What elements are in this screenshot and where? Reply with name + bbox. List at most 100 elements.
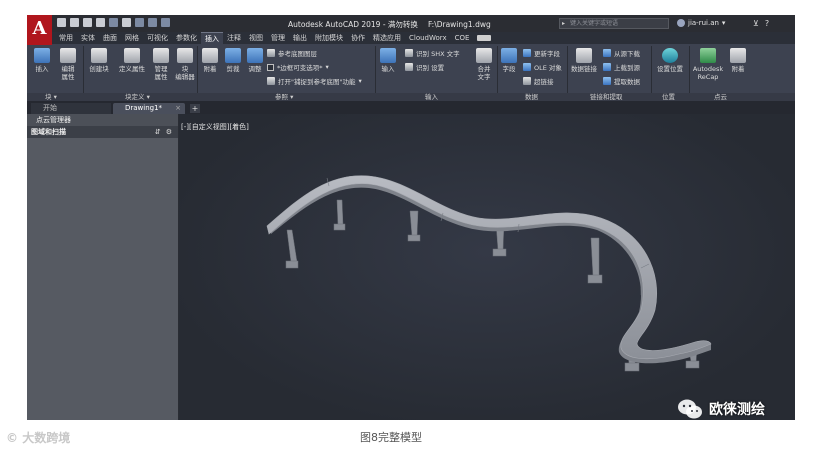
cart-icon[interactable]: ⊻ <box>753 19 759 28</box>
tab-2[interactable]: 曲面 <box>99 32 121 44</box>
clip-icon <box>225 48 241 63</box>
hyperlink-label: 超链接 <box>534 78 554 86</box>
tab-0[interactable]: 常用 <box>55 32 77 44</box>
tab-5[interactable]: 参数化 <box>172 32 201 44</box>
frame-checkbox-icon <box>267 63 274 71</box>
edit-attribute-button[interactable]: 编辑 属性 <box>57 48 79 81</box>
tab-9[interactable]: 管理 <box>267 32 289 44</box>
chevron-down-icon: ▾ <box>325 63 329 71</box>
frame-options-dropdown[interactable]: *边框可变选项* ▾ <box>267 62 329 72</box>
panel-label-reference[interactable]: 参照 ▾ <box>275 93 293 101</box>
window-controls: ⊻ ? <box>753 19 769 28</box>
tab-14[interactable]: CloudWorx <box>405 32 451 44</box>
ribbon: 插入 编辑 属性 创建块 定义属性 管理 属性 块 编辑器 附着 剪裁 调整 参… <box>27 44 795 101</box>
print-icon[interactable] <box>122 18 131 27</box>
upload-to-source-button[interactable]: 上载到源 <box>603 62 640 72</box>
sort-icon[interactable]: ⇵ <box>155 126 161 138</box>
underlay-layers-button[interactable]: 参考底图图层 <box>267 48 317 58</box>
recap-button[interactable]: Autodesk ReCap <box>691 48 725 81</box>
pier-footing <box>407 234 421 242</box>
download-from-source-button[interactable]: 从源下载 <box>603 48 640 58</box>
recognize-shx-label: 识别 SHX 文字 <box>416 50 460 58</box>
undo-icon[interactable] <box>135 18 144 27</box>
application-menu-button[interactable]: A <box>27 15 52 45</box>
drawing-viewport[interactable]: [-][自定义视图][着色] <box>179 114 795 420</box>
web-mobile-icon[interactable] <box>109 18 118 27</box>
data-link-icon <box>576 48 592 63</box>
field-label: 字段 <box>502 65 516 73</box>
adjust-button[interactable]: 调整 <box>245 48 265 73</box>
upload-icon <box>603 63 611 71</box>
tab-12[interactable]: 协作 <box>347 32 369 44</box>
new-file-icon[interactable] <box>57 18 66 27</box>
hyperlink-button[interactable]: 超链接 <box>523 76 554 86</box>
tab-start[interactable]: 开始 <box>31 103 111 114</box>
combine-text-button[interactable]: 合并 文字 <box>473 48 495 81</box>
update-fields-button[interactable]: 更新字段 <box>523 48 560 58</box>
recognize-settings-button[interactable]: 识别 设置 <box>405 62 444 72</box>
point-cloud-attach-button[interactable]: 附着 <box>727 48 749 73</box>
tab-11[interactable]: 附加模块 <box>311 32 347 44</box>
extract-data-button[interactable]: 提取数据 <box>603 76 640 86</box>
tab-10[interactable]: 输出 <box>289 32 311 44</box>
watermark-right-text: 欧徕测绘 <box>709 402 765 418</box>
tab-3[interactable]: 网格 <box>121 32 143 44</box>
figure-caption: 图8完整模型 <box>360 431 422 444</box>
tab-13[interactable]: 精选应用 <box>369 32 405 44</box>
combine-text-icon <box>476 48 492 63</box>
close-icon[interactable]: × <box>175 103 181 114</box>
search-input[interactable]: ▸ 键入关键字或短语 <box>559 18 669 29</box>
user-name: jia-rui.an <box>688 19 719 27</box>
window-title: Autodesk AutoCAD 2019 - 满勿转换 F:\Drawing1.… <box>288 19 491 30</box>
ole-object-button[interactable]: OLE 对象 <box>523 62 562 72</box>
update-fields-icon <box>523 49 531 57</box>
panel-label-location: 位置 <box>662 93 675 101</box>
tab-4[interactable]: 可视化 <box>143 32 172 44</box>
manage-attribute-button[interactable]: 管理 属性 <box>151 48 171 81</box>
palette-tree-row[interactable]: 图域和扫描 ⇵ ⚙ <box>27 126 178 138</box>
tab-6[interactable]: 插入 <box>201 32 223 44</box>
block-editor-button[interactable]: 块 编辑器 <box>173 48 197 81</box>
save-as-icon[interactable] <box>96 18 105 27</box>
layers-icon <box>267 49 275 57</box>
search-arrow-icon: ▸ <box>562 20 566 27</box>
tab-1[interactable]: 实体 <box>77 32 99 44</box>
snap-icon <box>267 77 275 85</box>
app-title: Autodesk AutoCAD 2019 - 满勿转换 <box>288 20 418 29</box>
attach-button[interactable]: 附着 <box>199 48 221 73</box>
import-button[interactable]: 输入 <box>377 48 399 73</box>
pier <box>336 199 344 226</box>
open-file-icon[interactable] <box>70 18 79 27</box>
create-block-button[interactable]: 创建块 <box>87 48 111 73</box>
define-attribute-button[interactable]: 定义属性 <box>117 48 147 73</box>
add-tab-icon[interactable]: + <box>190 104 200 113</box>
tab-7[interactable]: 注释 <box>223 32 245 44</box>
field-button[interactable]: 字段 <box>499 48 519 73</box>
adjust-label: 调整 <box>248 65 262 73</box>
tab-8[interactable]: 视图 <box>245 32 267 44</box>
point-cloud-attach-label: 附着 <box>731 65 745 73</box>
tab-drawing1[interactable]: Drawing1* × <box>113 103 185 114</box>
save-icon[interactable] <box>83 18 92 27</box>
panel-label-link-extract: 链接和提取 <box>590 93 623 101</box>
recap-label: Autodesk ReCap <box>692 65 724 81</box>
clip-button[interactable]: 剪裁 <box>223 48 243 73</box>
panel-label-block[interactable]: 块 ▾ <box>45 93 57 101</box>
snap-underlay-dropdown[interactable]: 打开"捕捉到参考底图"功能 ▾ <box>267 76 362 86</box>
qat-dropdown-icon[interactable] <box>161 18 170 27</box>
underlay-layers-label: 参考底图图层 <box>278 50 317 58</box>
help-icon[interactable]: ? <box>765 19 769 28</box>
panel-label-block-definition[interactable]: 块定义 ▾ <box>125 93 150 101</box>
recognize-shx-button[interactable]: 识别 SHX 文字 <box>405 48 460 58</box>
tab-15[interactable]: COE <box>451 32 474 44</box>
data-link-button[interactable]: 数据链接 <box>569 48 599 73</box>
update-fields-label: 更新字段 <box>534 50 560 58</box>
ole-object-label: OLE 对象 <box>534 64 562 72</box>
quick-access-toolbar <box>57 18 170 29</box>
settings-icon[interactable]: ⚙ <box>166 126 172 138</box>
redo-icon[interactable] <box>148 18 157 27</box>
set-location-button[interactable]: 设置位置 <box>653 48 687 73</box>
ribbon-options-icon[interactable] <box>477 35 492 41</box>
insert-button[interactable]: 插入 <box>31 48 53 73</box>
user-account[interactable]: jia-rui.an ▾ <box>677 19 725 27</box>
